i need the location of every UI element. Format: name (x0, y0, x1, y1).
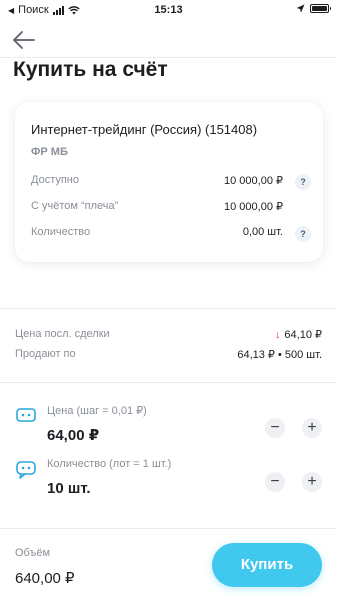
location-icon (296, 4, 305, 13)
price-field: Цена (шаг = 0,01 ₽) 64,00 ₽ − + (15, 402, 322, 452)
last-price-row: Цена посл. сделки ↓ 64,10 ₽ (15, 328, 322, 344)
status-right (296, 4, 331, 13)
available-label: Доступно (31, 174, 80, 186)
leverage-label: С учётом “плеча” (31, 200, 119, 212)
sell-label: Продают по (15, 348, 76, 360)
account-card[interactable]: Интернет-трейдинг (Россия) (151408) ФР М… (15, 102, 323, 262)
last-price: ↓ 64,10 ₽ (275, 328, 322, 341)
quantity-field: Количество (лот = 1 шт.) 10 шт. − + (15, 456, 322, 506)
quantity-input[interactable]: 10 шт. (47, 480, 91, 497)
available-row: Доступно 10 000,00 ₽ ? (31, 172, 311, 190)
quantity-field-label: Количество (лот = 1 шт.) (47, 458, 172, 470)
leverage-value: 10 000,00 ₽ (224, 201, 283, 213)
available-value: 10 000,00 ₽ (224, 175, 283, 187)
status-bar: ◀ Поиск 15:13 (0, 0, 337, 20)
quantity-increment-button[interactable]: + (302, 472, 322, 492)
price-increment-button[interactable]: + (302, 418, 322, 438)
quantity-decrement-button[interactable]: − (265, 472, 285, 492)
buy-button[interactable]: Купить (212, 543, 322, 587)
help-icon[interactable]: ? (295, 226, 311, 242)
last-price-label: Цена посл. сделки (15, 328, 110, 340)
quantity-label: Количество (31, 226, 91, 238)
page-title: Купить на счёт (13, 58, 168, 81)
account-subtitle: ФР МБ (31, 146, 68, 158)
help-icon[interactable]: ? (295, 174, 311, 190)
last-price-value: 64,10 ₽ (284, 329, 322, 341)
leverage-row: С учётом “плеча” 10 000,00 ₽ (31, 198, 311, 216)
divider (0, 308, 337, 309)
price-down-arrow-icon: ↓ (274, 329, 281, 341)
price-input[interactable]: 64,00 ₽ (47, 426, 99, 444)
account-name: Интернет-трейдинг (Россия) (151408) (31, 122, 258, 137)
quantity-row: Количество 0,00 шт. ? (31, 224, 311, 242)
quantity-chat-icon (16, 461, 36, 479)
volume-label: Объём (15, 547, 51, 559)
sell-value: 64,13 ₽ • 500 шт. (237, 349, 322, 361)
price-label: Цена (шаг = 0,01 ₽) (47, 405, 147, 417)
price-tag-icon (16, 408, 36, 422)
battery-icon (310, 4, 331, 13)
sell-row: Продают по 64,13 ₽ • 500 шт. (15, 348, 322, 364)
volume-value: 640,00 ₽ (15, 570, 75, 587)
quantity-value: 0,00 шт. (242, 226, 283, 238)
price-decrement-button[interactable]: − (265, 418, 285, 438)
order-footer: Объём 640,00 ₽ Купить (0, 528, 337, 600)
back-arrow-icon[interactable] (10, 26, 38, 54)
nav-bar (0, 22, 337, 58)
status-time: 15:13 (154, 4, 183, 16)
divider (0, 382, 337, 383)
